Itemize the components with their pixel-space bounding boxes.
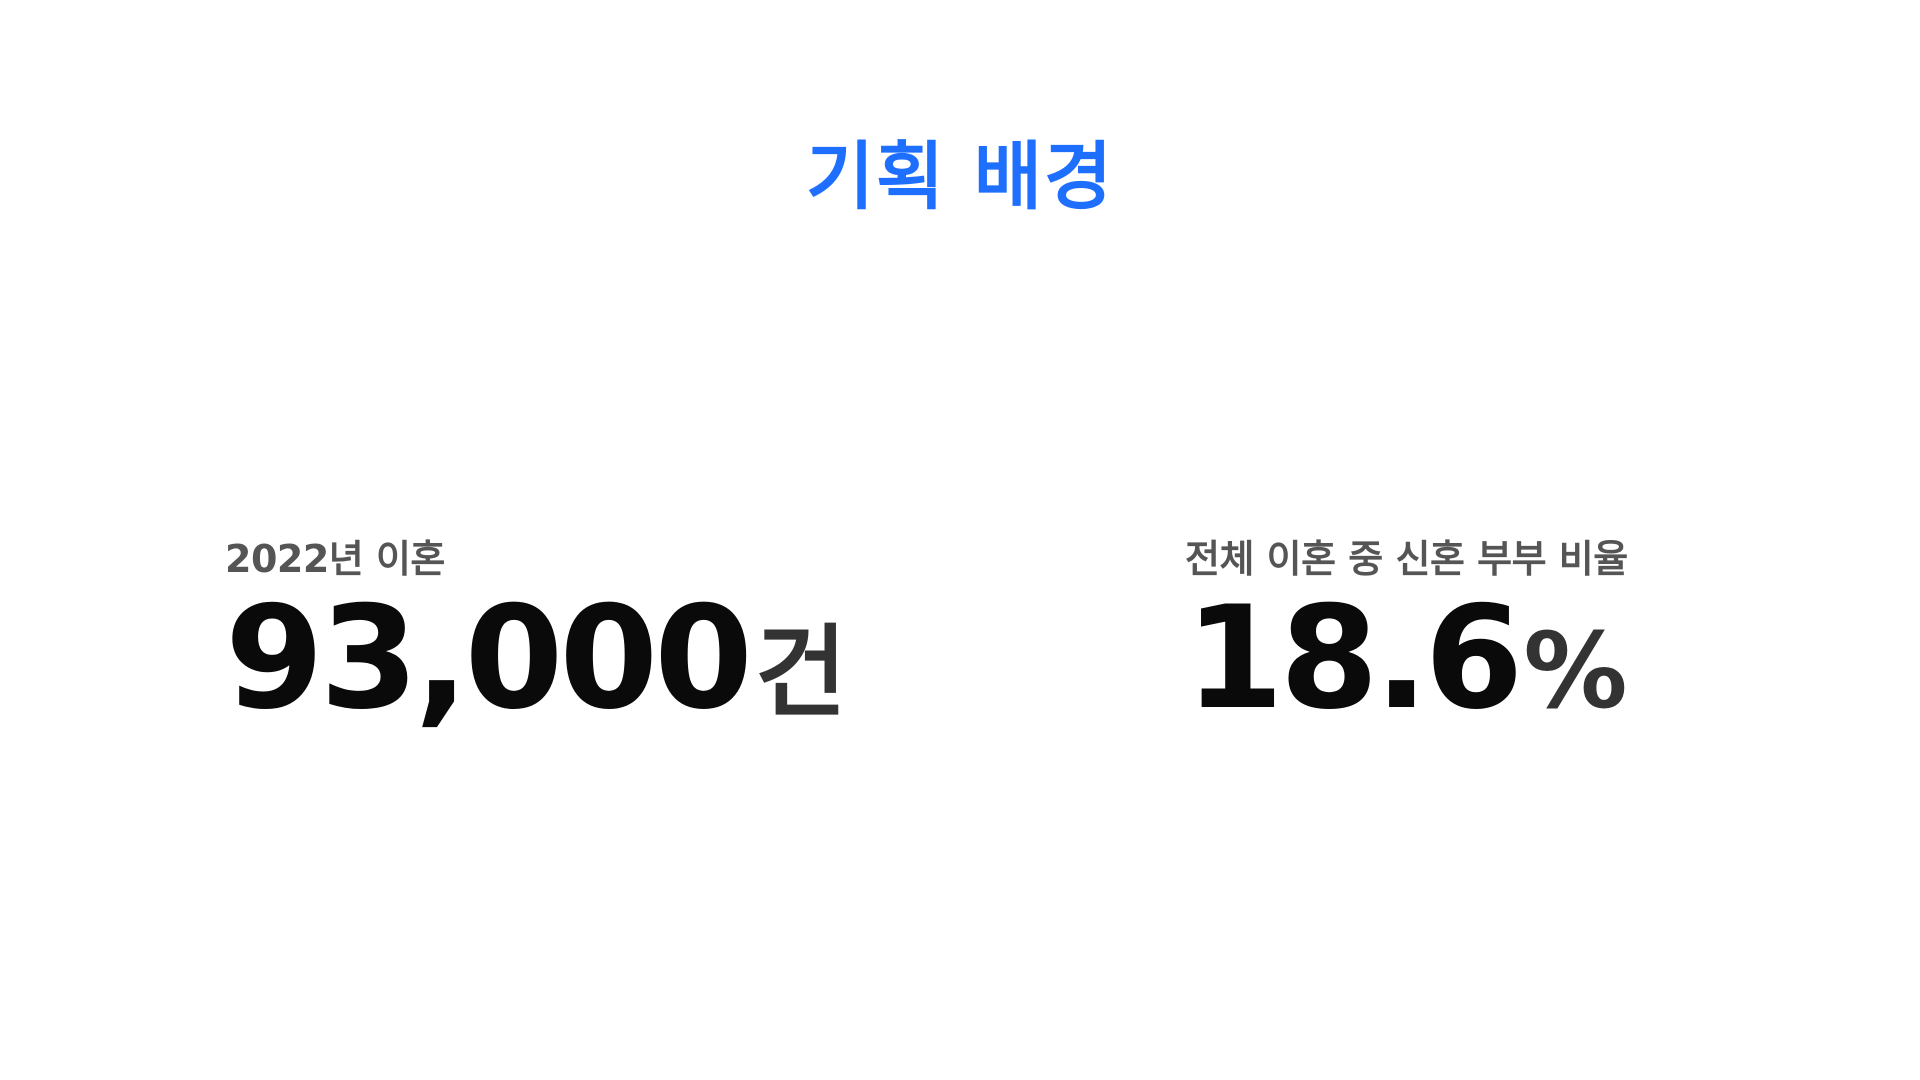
stat-label: 전체 이혼 중 신혼 부부 비율 bbox=[1185, 537, 1628, 581]
slide-title: 기획 배경 bbox=[805, 134, 1115, 220]
stat-newlywed-ratio: 전체 이혼 중 신혼 부부 비율 18.6% bbox=[1185, 540, 1628, 730]
stat-number: 93,000 bbox=[225, 576, 753, 741]
slide: 기획 배경 2022년 이혼 93,000건 전체 이혼 중 신혼 부부 비율 … bbox=[0, 0, 1920, 1080]
stat-divorce-count: 2022년 이혼 93,000건 bbox=[225, 540, 847, 730]
stat-value-row: 18.6% bbox=[1185, 588, 1628, 730]
stat-unit: % bbox=[1523, 610, 1628, 732]
stat-value-row: 93,000건 bbox=[225, 588, 847, 730]
stat-number: 18.6 bbox=[1185, 576, 1523, 741]
stat-label: 2022년 이혼 bbox=[225, 537, 445, 581]
stat-unit: 건 bbox=[754, 614, 847, 731]
